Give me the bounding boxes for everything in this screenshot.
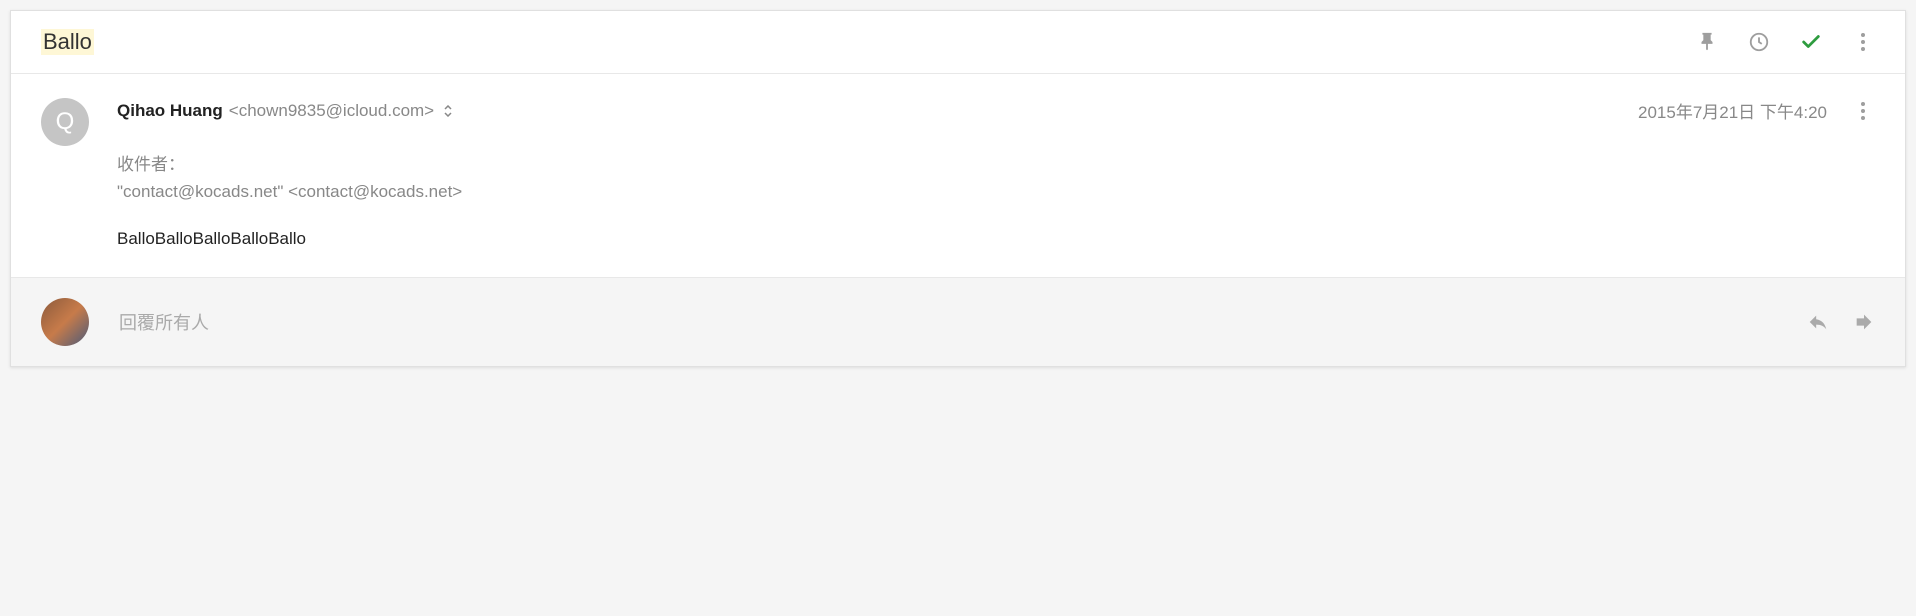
sender-avatar[interactable]: Q bbox=[41, 98, 89, 146]
reply-icon[interactable] bbox=[1807, 311, 1829, 333]
sender-row: Qihao Huang <chown9835@icloud.com> 2015年… bbox=[117, 98, 1875, 123]
message-content: Qihao Huang <chown9835@icloud.com> 2015年… bbox=[117, 98, 1875, 249]
recipients-block: 收件者： "contact@kocads.net" <contact@kocad… bbox=[117, 151, 1875, 205]
recipients-label: 收件者： bbox=[117, 151, 1875, 178]
email-subject: Ballo bbox=[41, 29, 94, 55]
message-text: BalloBalloBalloBalloBallo bbox=[117, 229, 1875, 249]
user-avatar[interactable] bbox=[41, 298, 89, 346]
email-header: Ballo bbox=[11, 11, 1905, 74]
message-more-icon[interactable] bbox=[1851, 99, 1875, 123]
more-icon[interactable] bbox=[1851, 30, 1875, 54]
reply-bar[interactable]: 回覆所有人 bbox=[11, 277, 1905, 366]
reply-placeholder[interactable]: 回覆所有人 bbox=[119, 309, 1777, 335]
date-actions: 2015年7月21日 下午4:20 bbox=[1638, 98, 1875, 123]
check-icon[interactable] bbox=[1799, 30, 1823, 54]
clock-icon[interactable] bbox=[1747, 30, 1771, 54]
pin-icon[interactable] bbox=[1695, 30, 1719, 54]
forward-icon[interactable] bbox=[1853, 311, 1875, 333]
expand-icon[interactable] bbox=[444, 105, 452, 117]
sender-info: Qihao Huang <chown9835@icloud.com> bbox=[117, 101, 452, 121]
email-body: Q Qihao Huang <chown9835@icloud.com> 201… bbox=[11, 74, 1905, 277]
reply-actions bbox=[1807, 311, 1875, 333]
sender-email: <chown9835@icloud.com> bbox=[229, 101, 434, 121]
message-date: 2015年7月21日 下午4:20 bbox=[1638, 98, 1827, 123]
email-container: Ballo Q Qihao Huang <chown9835@icl bbox=[10, 10, 1906, 367]
avatar-letter: Q bbox=[56, 108, 75, 136]
recipients-value: "contact@kocads.net" <contact@kocads.net… bbox=[117, 178, 1875, 205]
sender-name: Qihao Huang bbox=[117, 101, 223, 121]
header-actions bbox=[1695, 30, 1875, 54]
